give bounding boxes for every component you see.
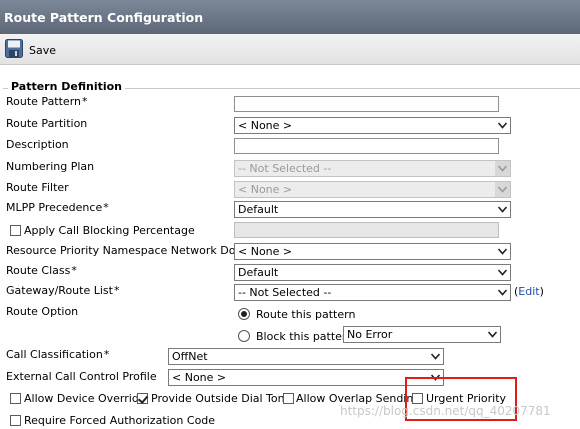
save-icon[interactable] <box>5 39 23 58</box>
chevron-down-icon <box>431 353 440 360</box>
route-filter-select: < None > <box>234 181 511 198</box>
watermark: https://blog.csdn.net/qq_40207781 <box>340 404 551 418</box>
chevron-down-icon <box>495 161 510 176</box>
route-class-label: Route Class* <box>6 264 77 277</box>
chevron-down-icon <box>498 269 507 276</box>
apply-call-blocking-checkbox[interactable] <box>10 225 21 236</box>
provide-outside-dial-tone-checkbox[interactable] <box>137 393 148 404</box>
route-filter-label: Route Filter <box>6 181 69 194</box>
chevron-down-icon <box>495 182 510 197</box>
require-forced-authorization-code-checkbox[interactable] <box>10 415 21 426</box>
page-title: Route Pattern Configuration <box>4 10 204 25</box>
route-this-pattern-radio[interactable] <box>238 308 250 320</box>
title-bar: Route Pattern Configuration <box>0 0 580 34</box>
call-classification-label: Call Classification* <box>6 348 110 361</box>
chevron-down-icon <box>498 289 507 296</box>
resource-priority-label: Resource Priority Namespace Network Doma… <box>6 244 263 257</box>
chevron-down-icon <box>488 331 497 338</box>
save-button[interactable]: Save <box>29 44 56 57</box>
route-partition-select[interactable]: < None > <box>234 117 511 134</box>
mlpp-precedence-label: MLPP Precedence* <box>6 201 109 214</box>
edit-link[interactable]: Edit <box>518 285 539 298</box>
description-input[interactable] <box>234 138 499 154</box>
route-partition-label: Route Partition <box>6 117 88 130</box>
apply-call-blocking-label: Apply Call Blocking Percentage <box>24 224 195 237</box>
chevron-down-icon <box>498 206 507 213</box>
allow-overlap-sending-checkbox[interactable] <box>283 393 294 404</box>
route-this-pattern-label: Route this pattern <box>256 308 356 321</box>
call-classification-select[interactable]: OffNet <box>168 348 444 365</box>
chevron-down-icon <box>498 248 507 255</box>
route-class-select[interactable]: Default <box>234 264 511 281</box>
require-forced-authorization-code-label: Require Forced Authorization Code <box>24 414 216 427</box>
numbering-plan-label: Numbering Plan <box>6 160 95 173</box>
external-call-control-profile-select[interactable]: < None > <box>168 369 444 386</box>
resource-priority-select[interactable]: < None > <box>234 243 511 260</box>
external-call-control-profile-label: External Call Control Profile <box>6 370 157 383</box>
numbering-plan-select: -- Not Selected -- <box>234 160 511 177</box>
allow-device-override-checkbox[interactable] <box>10 393 21 404</box>
allow-device-override-label: Allow Device Override <box>24 392 146 405</box>
toolbar: Save <box>0 34 580 65</box>
route-option-label: Route Option <box>6 305 79 318</box>
mlpp-precedence-select[interactable]: Default <box>234 201 511 218</box>
call-blocking-percentage-input <box>234 222 499 238</box>
route-pattern-input[interactable] <box>234 96 499 112</box>
edit-link-wrapper: (Edit) <box>514 285 544 298</box>
chevron-down-icon <box>498 122 507 129</box>
section-legend: Pattern Definition <box>8 80 126 93</box>
block-this-pattern-radio[interactable] <box>238 330 250 342</box>
block-this-pattern-label: Block this pattern <box>256 330 354 343</box>
gateway-route-list-select[interactable]: -- Not Selected -- <box>234 284 511 301</box>
route-pattern-label: Route Pattern* <box>6 95 88 108</box>
block-reason-select[interactable]: No Error <box>343 326 501 343</box>
gateway-route-list-label: Gateway/Route List* <box>6 284 120 297</box>
description-label: Description <box>6 138 69 151</box>
provide-outside-dial-tone-label: Provide Outside Dial Tone <box>151 392 292 405</box>
